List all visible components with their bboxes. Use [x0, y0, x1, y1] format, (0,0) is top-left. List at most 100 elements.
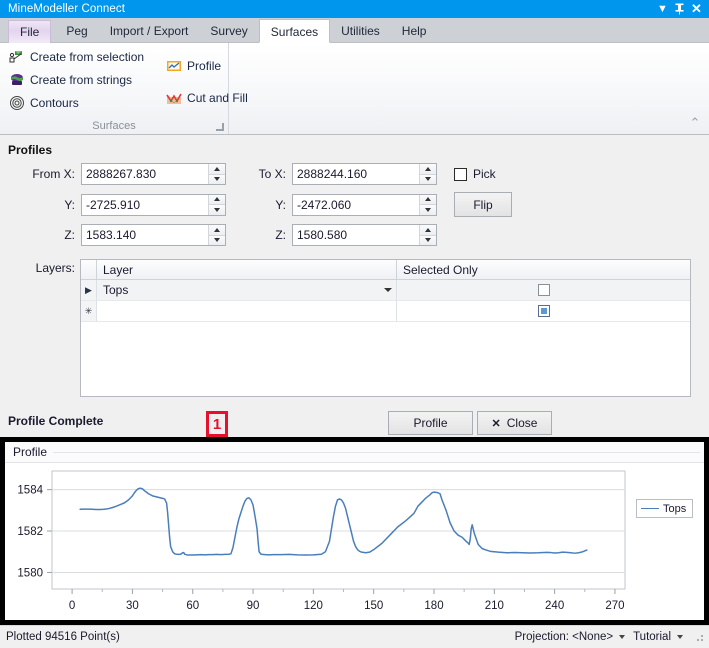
profile-name-label: Tutorial — [633, 631, 671, 643]
spin-down-icon[interactable] — [209, 175, 225, 185]
ribbon-empty-area: ⌃ — [229, 43, 709, 134]
from-z-spin-buttons[interactable] — [208, 225, 225, 245]
ribbon-item-label: Create from strings — [30, 73, 132, 87]
column-header-layer[interactable]: Layer — [97, 260, 397, 279]
legend-label-tops: Tops — [663, 503, 686, 515]
spin-down-icon[interactable] — [420, 175, 436, 185]
pick-checkbox-row[interactable]: Pick — [454, 167, 496, 181]
ribbon-create-from-strings[interactable]: Create from strings — [6, 70, 147, 90]
chart-area[interactable]: 1580158215840306090120150180210240270 To… — [5, 463, 704, 625]
selected-only-checkbox[interactable] — [538, 305, 550, 317]
spin-up-icon[interactable] — [420, 164, 436, 175]
profiles-form: Profiles From X: To X: Pick Y: — [0, 135, 709, 417]
to-x-input[interactable] — [293, 164, 419, 184]
tab-surfaces[interactable]: Surfaces — [259, 19, 330, 43]
from-x-stepper[interactable] — [81, 163, 226, 185]
projection-chevron-down-icon[interactable] — [619, 635, 625, 639]
spin-up-icon[interactable] — [420, 195, 436, 206]
selected-only-checkbox[interactable] — [538, 284, 550, 296]
tab-import-export[interactable]: Import / Export — [99, 20, 200, 43]
from-x-input[interactable] — [82, 164, 208, 184]
selected-only-cell[interactable] — [397, 301, 690, 321]
from-y-input[interactable] — [82, 195, 208, 215]
ribbon-item-label: Create from selection — [30, 50, 144, 64]
window-title: MineModeller Connect — [4, 3, 654, 15]
pin-icon[interactable] — [671, 1, 688, 17]
tab-peg[interactable]: Peg — [55, 20, 98, 43]
to-y-stepper[interactable] — [292, 194, 437, 216]
to-y-input[interactable] — [293, 195, 419, 215]
svg-text:210: 210 — [485, 600, 504, 612]
selected-only-cell[interactable] — [397, 280, 690, 300]
form-footer: Profile Complete 1 Profile ✕ Close — [0, 407, 709, 439]
profile-button[interactable]: Profile — [388, 411, 473, 435]
svg-text:1584: 1584 — [17, 485, 43, 497]
spin-up-icon[interactable] — [209, 195, 225, 206]
layer-cell[interactable]: Tops — [97, 280, 397, 300]
from-z-input[interactable] — [82, 225, 208, 245]
coordinate-row-z: Z: Z: — [0, 224, 709, 246]
pick-label: Pick — [473, 167, 496, 181]
status-bar: Plotted 94516 Point(s) Projection: <None… — [0, 625, 709, 648]
from-y-stepper[interactable] — [81, 194, 226, 216]
create-from-selection-icon — [9, 49, 25, 65]
profile-line-chart: 1580158215840306090120150180210240270 — [5, 463, 704, 623]
spin-down-icon[interactable] — [209, 236, 225, 246]
ribbon-contours[interactable]: Contours — [6, 93, 147, 113]
svg-text:1580: 1580 — [17, 567, 43, 579]
collapse-ribbon-icon[interactable]: ⌃ — [687, 116, 703, 130]
spin-up-icon[interactable] — [209, 164, 225, 175]
layers-grid[interactable]: Layer Selected Only ▶ Tops ✳ — [80, 259, 691, 397]
status-bar-right: Projection: <None> Tutorial — [515, 631, 709, 643]
close-button-label: Close — [507, 416, 538, 430]
pick-checkbox[interactable] — [454, 168, 467, 181]
close-icon[interactable]: ✕ — [688, 1, 705, 17]
ribbon-create-from-selection[interactable]: Create from selection — [6, 47, 147, 67]
chevron-down-icon[interactable] — [384, 288, 392, 292]
spin-up-icon[interactable] — [420, 225, 436, 236]
from-y-spin-buttons[interactable] — [208, 195, 225, 215]
profile-chevron-down-icon[interactable] — [677, 635, 683, 639]
layers-grid-header: Layer Selected Only — [81, 260, 690, 280]
tab-file[interactable]: File — [8, 20, 51, 43]
ribbon-dialog-launcher-icon[interactable] — [216, 123, 224, 131]
to-z-label: Z: — [226, 228, 286, 242]
ribbon-item-label: Contours — [30, 96, 79, 110]
svg-text:180: 180 — [424, 600, 443, 612]
to-x-label: To X: — [226, 167, 286, 181]
tab-survey[interactable]: Survey — [199, 20, 258, 43]
column-header-selected-only[interactable]: Selected Only — [397, 260, 690, 279]
chart-legend[interactable]: Tops — [636, 499, 693, 518]
to-z-spin-buttons[interactable] — [419, 225, 436, 245]
row-current-indicator-icon: ▶ — [81, 280, 97, 300]
svg-text:150: 150 — [364, 600, 383, 612]
spin-down-icon[interactable] — [420, 205, 436, 215]
layer-cell[interactable] — [97, 301, 397, 321]
spin-down-icon[interactable] — [420, 236, 436, 246]
svg-text:270: 270 — [605, 600, 624, 612]
table-row[interactable]: ✳ — [81, 301, 690, 322]
dropdown-icon[interactable]: ▼ — [654, 1, 671, 17]
to-y-label: Y: — [226, 198, 286, 212]
contours-icon — [9, 95, 25, 111]
spin-down-icon[interactable] — [209, 205, 225, 215]
profile-chart-panel: Profile 15801582158403060901201501802102… — [0, 437, 709, 625]
from-x-spin-buttons[interactable] — [208, 164, 225, 184]
pin-glyph — [674, 3, 685, 15]
tab-help[interactable]: Help — [391, 20, 438, 43]
resize-grip-icon[interactable] — [693, 631, 705, 643]
close-button[interactable]: ✕ Close — [477, 411, 552, 435]
plotted-points-text: Plotted 94516 Point(s) — [0, 631, 120, 643]
spin-up-icon[interactable] — [209, 225, 225, 236]
chart-header: Profile — [5, 442, 704, 463]
projection-label: Projection: <None> — [515, 631, 613, 643]
from-z-stepper[interactable] — [81, 224, 226, 246]
to-z-input[interactable] — [293, 225, 419, 245]
to-y-spin-buttons[interactable] — [419, 195, 436, 215]
to-x-spin-buttons[interactable] — [419, 164, 436, 184]
flip-button[interactable]: Flip — [454, 192, 512, 217]
to-z-stepper[interactable] — [292, 224, 437, 246]
table-row[interactable]: ▶ Tops — [81, 280, 690, 301]
to-x-stepper[interactable] — [292, 163, 437, 185]
tab-utilities[interactable]: Utilities — [330, 20, 391, 43]
